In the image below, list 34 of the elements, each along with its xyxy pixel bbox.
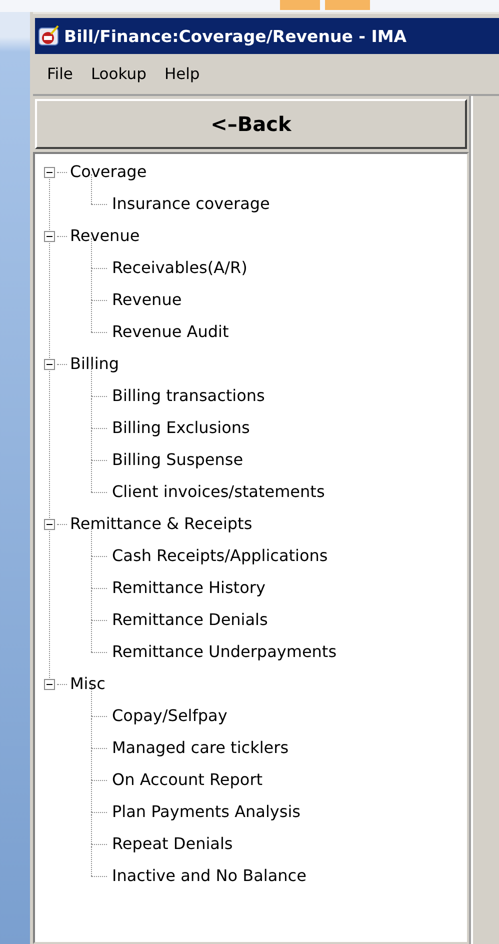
tree-item[interactable]: Remittance History [112, 578, 266, 598]
collapse-icon[interactable] [44, 166, 55, 178]
menu-item[interactable]: File [47, 65, 73, 83]
tree-item[interactable]: Billing Exclusions [112, 418, 250, 438]
tree-item[interactable]: Plan Payments Analysis [112, 802, 301, 822]
window-title: Bill/Finance:Coverage/Revenue - IMA [64, 26, 407, 46]
tree-item[interactable]: Receivables(A/R) [112, 258, 248, 278]
back-button[interactable]: <–Back [35, 99, 467, 149]
tree-item[interactable]: Billing transactions [112, 386, 265, 406]
tree-item[interactable]: Remittance Denials [112, 610, 268, 630]
tree-item[interactable]: Revenue [112, 290, 182, 310]
tree-item[interactable]: Copay/Selfpay [112, 706, 228, 726]
tree-item[interactable]: Remittance & Receipts [70, 514, 252, 534]
tree-item[interactable]: Inactive and No Balance [112, 866, 306, 886]
tree-item[interactable]: Coverage [70, 162, 147, 182]
tree-item[interactable]: On Account Report [112, 770, 263, 790]
tree-item[interactable]: Misc [70, 674, 106, 694]
collapse-icon[interactable] [44, 518, 55, 530]
collapse-icon[interactable] [44, 358, 55, 370]
collapse-icon[interactable] [44, 230, 55, 242]
tree-item[interactable]: Billing [70, 354, 120, 374]
tree-item[interactable]: Revenue Audit [112, 322, 229, 342]
tree-item[interactable]: Revenue [70, 226, 140, 246]
tree-item[interactable]: Insurance coverage [112, 194, 270, 214]
tree-item[interactable]: Cash Receipts/Applications [112, 546, 328, 566]
tree-item[interactable]: Client invoices/statements [112, 482, 325, 502]
collapse-icon[interactable] [44, 678, 55, 690]
menu-item[interactable]: Lookup [90, 65, 146, 83]
tree-item[interactable]: Billing Suspense [112, 450, 244, 470]
menu-item[interactable]: Help [164, 65, 200, 83]
tree-item[interactable]: Repeat Denials [112, 834, 233, 854]
tree-item[interactable]: Managed care ticklers [112, 738, 289, 758]
app-icon [38, 25, 60, 47]
tree-item[interactable]: Remittance Underpayments [112, 642, 337, 662]
